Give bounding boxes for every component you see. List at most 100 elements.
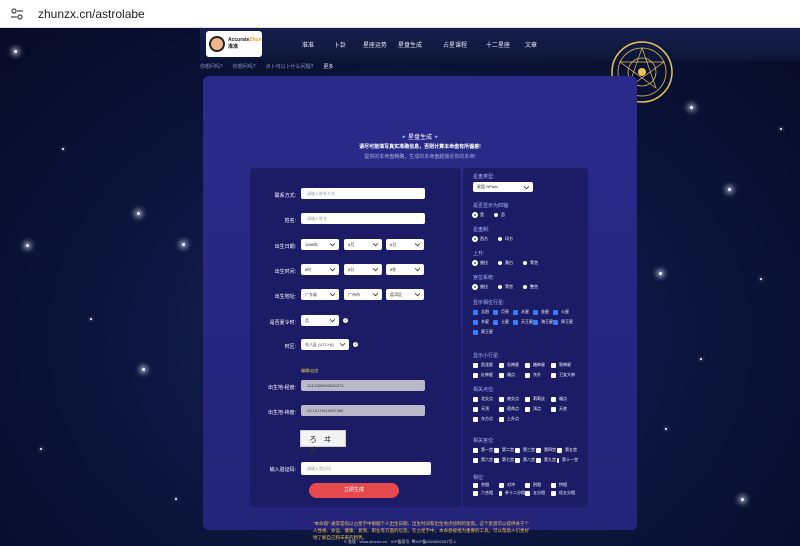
checkbox-planet[interactable]: 月亮 (493, 309, 513, 315)
checkbox-phase[interactable]: 拱相 (551, 482, 577, 488)
nav-item-home[interactable]: 准准 (302, 40, 314, 49)
chevron-down-icon (330, 242, 335, 247)
radio-hs-a[interactable]: 普拉 (473, 284, 488, 290)
checkbox-asteroid[interactable]: 灶神星 (473, 372, 499, 378)
checkbox-house[interactable]: 第五宫 (557, 447, 578, 453)
checkbox-planet[interactable]: 土星 (493, 319, 513, 325)
chevron-down-icon (373, 267, 378, 272)
name-input[interactable]: 请输入姓名 (301, 213, 425, 224)
checkbox-asteroid[interactable]: 卫女大神 (551, 372, 577, 378)
checkbox-point[interactable]: 天顶 (473, 406, 499, 412)
minute-select[interactable]: 8分 (344, 264, 382, 275)
radio-vedic[interactable]: 印方 (498, 236, 513, 242)
district-select[interactable]: 荔湾区 (386, 289, 424, 300)
checkbox-phase[interactable]: 刑相 (525, 482, 551, 488)
captcha-input[interactable]: 请输入验证码 (301, 462, 431, 475)
checkbox-asteroid[interactable]: 东升 (525, 372, 551, 378)
latitude-input[interactable]: 23.13179115497455 (301, 405, 425, 416)
checkbox-asteroid[interactable]: 凯龙星 (473, 362, 499, 368)
checkbox-house[interactable]: 第三宫 (515, 447, 536, 453)
help-icon[interactable]: ? (343, 318, 348, 323)
checkbox-planet[interactable]: 海王星 (533, 319, 553, 325)
checkbox-asteroid[interactable]: 福点 (499, 372, 525, 378)
city-select[interactable]: 广州市 (344, 289, 382, 300)
checkbox-house[interactable]: 第四宫 (536, 447, 557, 453)
subnav-item[interactable]: 你想问吗? (233, 63, 256, 75)
checkbox-phase[interactable]: 对冲 (499, 482, 525, 488)
site-logo[interactable]: AccurateZhun 准准 (206, 31, 262, 57)
checkbox-asteroid[interactable]: 智神星 (551, 362, 577, 368)
checkbox-house[interactable]: 第七宫 (494, 457, 515, 463)
checkbox-planet[interactable]: 太阳 (473, 309, 493, 315)
checkbox-point[interactable]: 北交点 (473, 396, 499, 402)
nav-item-divination[interactable]: 卜卦 (334, 40, 346, 49)
checkbox-phase[interactable]: 六合相 (473, 490, 499, 496)
checkbox-planet[interactable]: 冥王星 (473, 329, 493, 335)
checkbox-phase[interactable]: 倍五分相 (551, 490, 577, 496)
checkbox-planet[interactable]: 金星 (533, 309, 553, 315)
checkbox-planet[interactable]: 火星 (553, 309, 573, 315)
second-select[interactable]: 8秒 (386, 264, 424, 275)
checkbox-house[interactable]: 第一宫 (473, 447, 494, 453)
nav-item-horoscope[interactable]: 星座运势 (363, 40, 387, 49)
checkbox-point[interactable]: 莉莉丝 (525, 396, 551, 402)
month-select[interactable]: 8月 (344, 239, 382, 250)
checkbox-phase[interactable]: 五分相 (525, 490, 551, 496)
checkbox-phase[interactable]: 合相 (473, 482, 499, 488)
subnav-item[interactable]: 点卜可以卜什么问题? (266, 63, 314, 75)
radio-hs-b[interactable]: 等宫 (498, 284, 513, 290)
checkbox-point[interactable]: 南交点 (499, 396, 525, 402)
day-select[interactable]: 8日 (386, 239, 424, 250)
longitude-input[interactable]: 113.2306922630373 (301, 380, 425, 391)
captcha-image[interactable]: ろ ヰ ゑ (300, 430, 346, 455)
nav-item-astrolabe[interactable]: 星盘生成 (398, 40, 422, 49)
nav-item-articles[interactable]: 文章 (525, 40, 537, 49)
checkbox-house[interactable]: 第八宫 (515, 457, 536, 463)
province-select[interactable]: 广东省 (301, 289, 339, 300)
contact-input[interactable]: 请输入联系方式 (301, 188, 425, 199)
checkbox-planet[interactable]: 水星 (513, 309, 533, 315)
house-radio-group: 普拉 黄白 等宫 (473, 260, 538, 266)
subnav-item[interactable]: 你想问吗? (200, 63, 223, 75)
checkbox-point[interactable]: 宿命点 (499, 406, 525, 412)
checkbox-point[interactable]: 东方点 (473, 416, 499, 422)
checkbox-point[interactable]: 福点 (551, 396, 577, 402)
hour-select[interactable]: 8时 (301, 264, 339, 275)
star-decoration (780, 128, 782, 130)
birthdate-label: 出生日期: (274, 244, 296, 250)
site-settings-icon[interactable] (10, 7, 24, 21)
checkbox-house[interactable]: 第九宫 (536, 457, 557, 463)
asteroids-label: 显示小行星: (473, 353, 500, 359)
checkbox-point[interactable]: 天底 (551, 406, 577, 412)
chart-type-select[interactable]: 星盘 NPlain (473, 182, 533, 192)
checkbox-planet[interactable]: 冥王星 (553, 319, 573, 325)
radio-yes[interactable]: 是 (473, 212, 484, 218)
radio-western[interactable]: 西方 (473, 236, 488, 242)
checkbox-planet[interactable]: 木星 (473, 319, 493, 325)
nav-item-zodiac[interactable]: 十二星座 (486, 40, 510, 49)
radio-house-b[interactable]: 黄白 (498, 260, 513, 266)
checkbox-point[interactable]: 顶点 (525, 406, 551, 412)
radio-house-c[interactable]: 等宫 (523, 260, 538, 266)
dst-select[interactable]: 否 (301, 315, 339, 326)
radio-house-a[interactable]: 普拉 (473, 260, 488, 266)
geo-edit-link[interactable]: 编辑/自由 (301, 368, 318, 374)
help-icon[interactable]: ? (353, 342, 358, 347)
checkbox-point[interactable]: 上升点 (499, 416, 525, 422)
radio-hs-c[interactable]: 整宫 (523, 284, 538, 290)
checkbox-house[interactable]: 第六宫 (473, 457, 494, 463)
nav-item-course[interactable]: 占星课程 (443, 40, 467, 49)
generate-button[interactable]: 立即生成 (309, 483, 399, 498)
url-text[interactable]: zhunzx.cn/astrolabe (38, 7, 145, 21)
checkbox-asteroid[interactable]: 谷神星 (499, 362, 525, 368)
checkbox-asteroid[interactable]: 婚神星 (525, 362, 551, 368)
radio-no[interactable]: 否 (494, 212, 505, 218)
checkbox-house[interactable]: 第十一宫 (557, 457, 578, 463)
year-select[interactable]: 1988年 (301, 239, 339, 250)
star-decoration (665, 428, 667, 430)
checkbox-phase[interactable]: 补十二分相 (499, 490, 525, 496)
timezone-select[interactable]: 东八区 (UTC+8) (301, 339, 349, 350)
checkbox-planet[interactable]: 天王星 (513, 319, 533, 325)
subnav-more[interactable]: 更多 (323, 63, 333, 75)
checkbox-house[interactable]: 第二宫 (494, 447, 515, 453)
